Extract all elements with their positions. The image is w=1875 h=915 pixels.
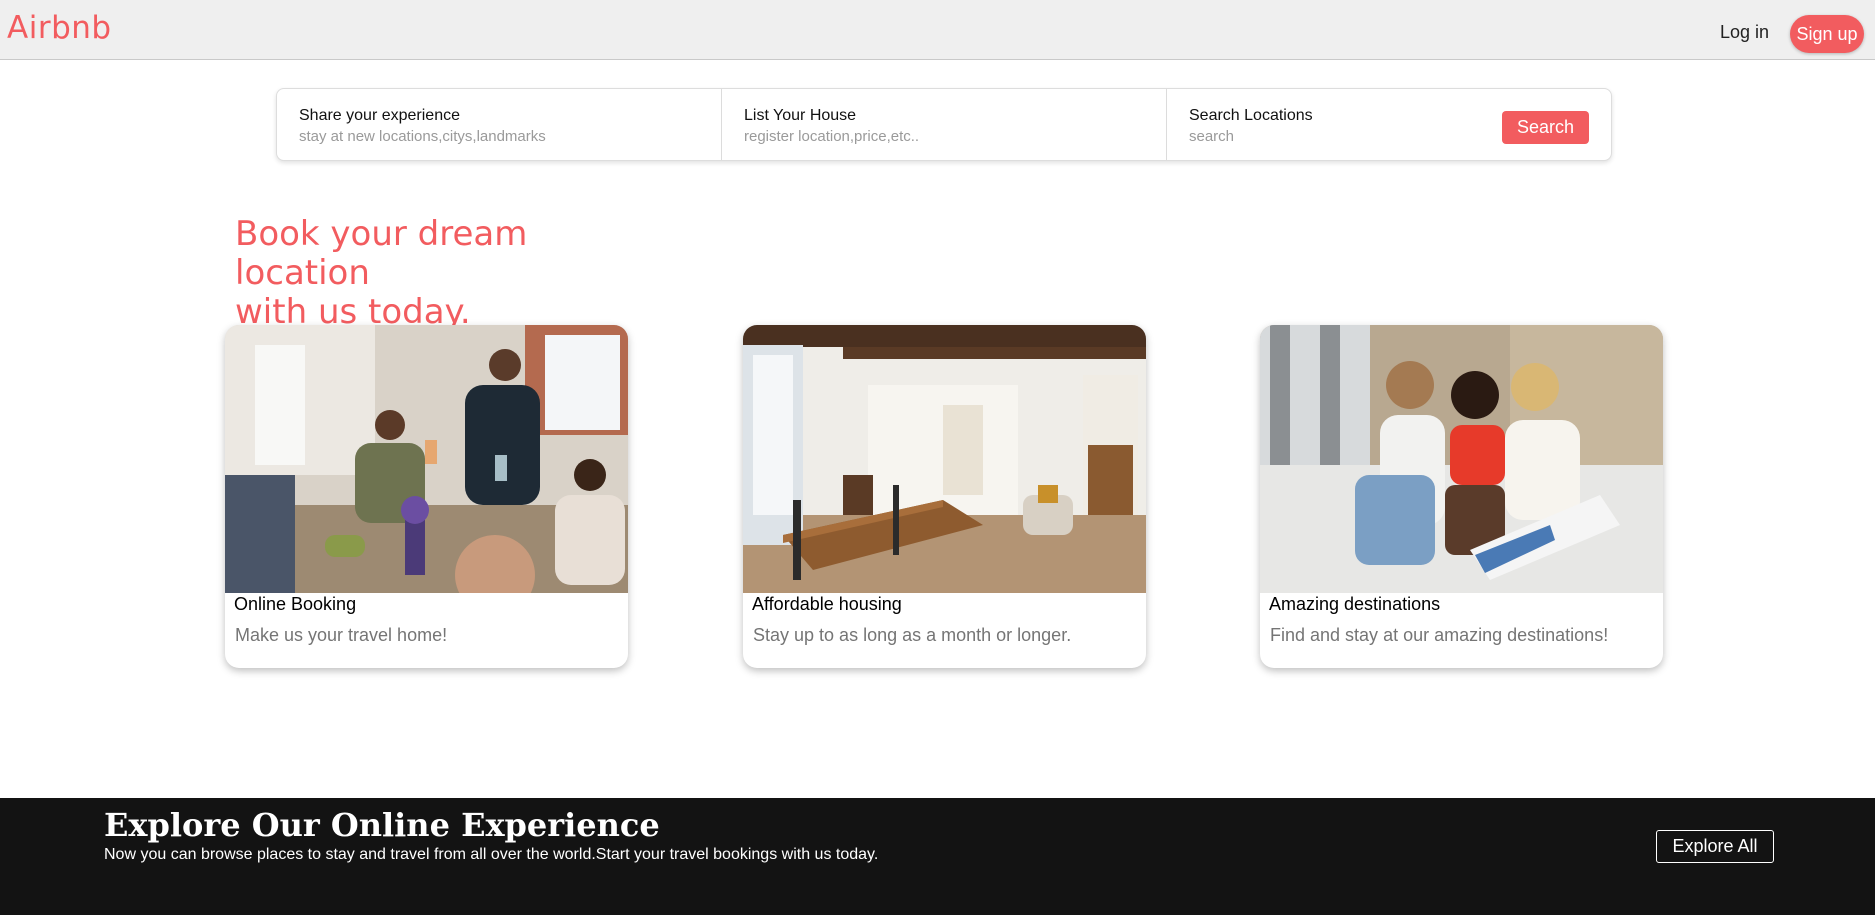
top-navbar: Airbnb Log in Sign up (0, 0, 1875, 60)
card-title: Affordable housing (752, 594, 902, 614)
signup-button[interactable]: Sign up (1790, 15, 1864, 53)
card-title: Online Booking (234, 594, 357, 614)
explore-footer: Explore Our Online Experience Now you ca… (0, 798, 1875, 915)
login-link[interactable]: Log in (1720, 22, 1769, 43)
explore-all-button[interactable]: Explore All (1656, 830, 1774, 863)
card-title: Amazing destinations (1269, 594, 1441, 614)
card-online-booking[interactable]: Online Booking Make us your travel home! (225, 325, 628, 668)
card-affordable-housing[interactable]: Affordable housing Stay up to as long as… (743, 325, 1146, 668)
share-experience-field[interactable]: Share your experience stay at new locati… (277, 89, 722, 160)
brand-logo[interactable]: Airbnb (7, 10, 112, 46)
card-amazing-destinations[interactable]: Amazing destinations Find and stay at ou… (1260, 325, 1663, 668)
search-locations-field[interactable]: Search Locations search Search (1167, 89, 1611, 160)
footer-title: Explore Our Online Experience (104, 806, 660, 844)
share-experience-label: Share your experience (299, 107, 460, 124)
card-description: Find and stay at our amazing destination… (1270, 625, 1609, 645)
list-house-field[interactable]: List Your House register location,price,… (722, 89, 1167, 160)
dinner-party-photo (225, 325, 628, 593)
list-house-label: List Your House (744, 107, 857, 124)
card-description: Stay up to as long as a month or longer. (753, 625, 1072, 645)
friends-reading-photo (1260, 325, 1663, 593)
hero-headline-line1: Book your dream location (235, 214, 528, 293)
footer-subtitle: Now you can browse places to stay and tr… (104, 846, 879, 863)
list-house-placeholder: register location,price,etc.. (744, 128, 920, 145)
search-button[interactable]: Search (1502, 111, 1589, 144)
hero-headline: Book your dream location with us today. (235, 215, 655, 332)
card-description: Make us your travel home! (235, 625, 448, 645)
dining-room-photo (743, 325, 1146, 593)
share-experience-placeholder: stay at new locations,citys,landmarks (299, 128, 546, 145)
search-bar: Share your experience stay at new locati… (276, 88, 1612, 161)
